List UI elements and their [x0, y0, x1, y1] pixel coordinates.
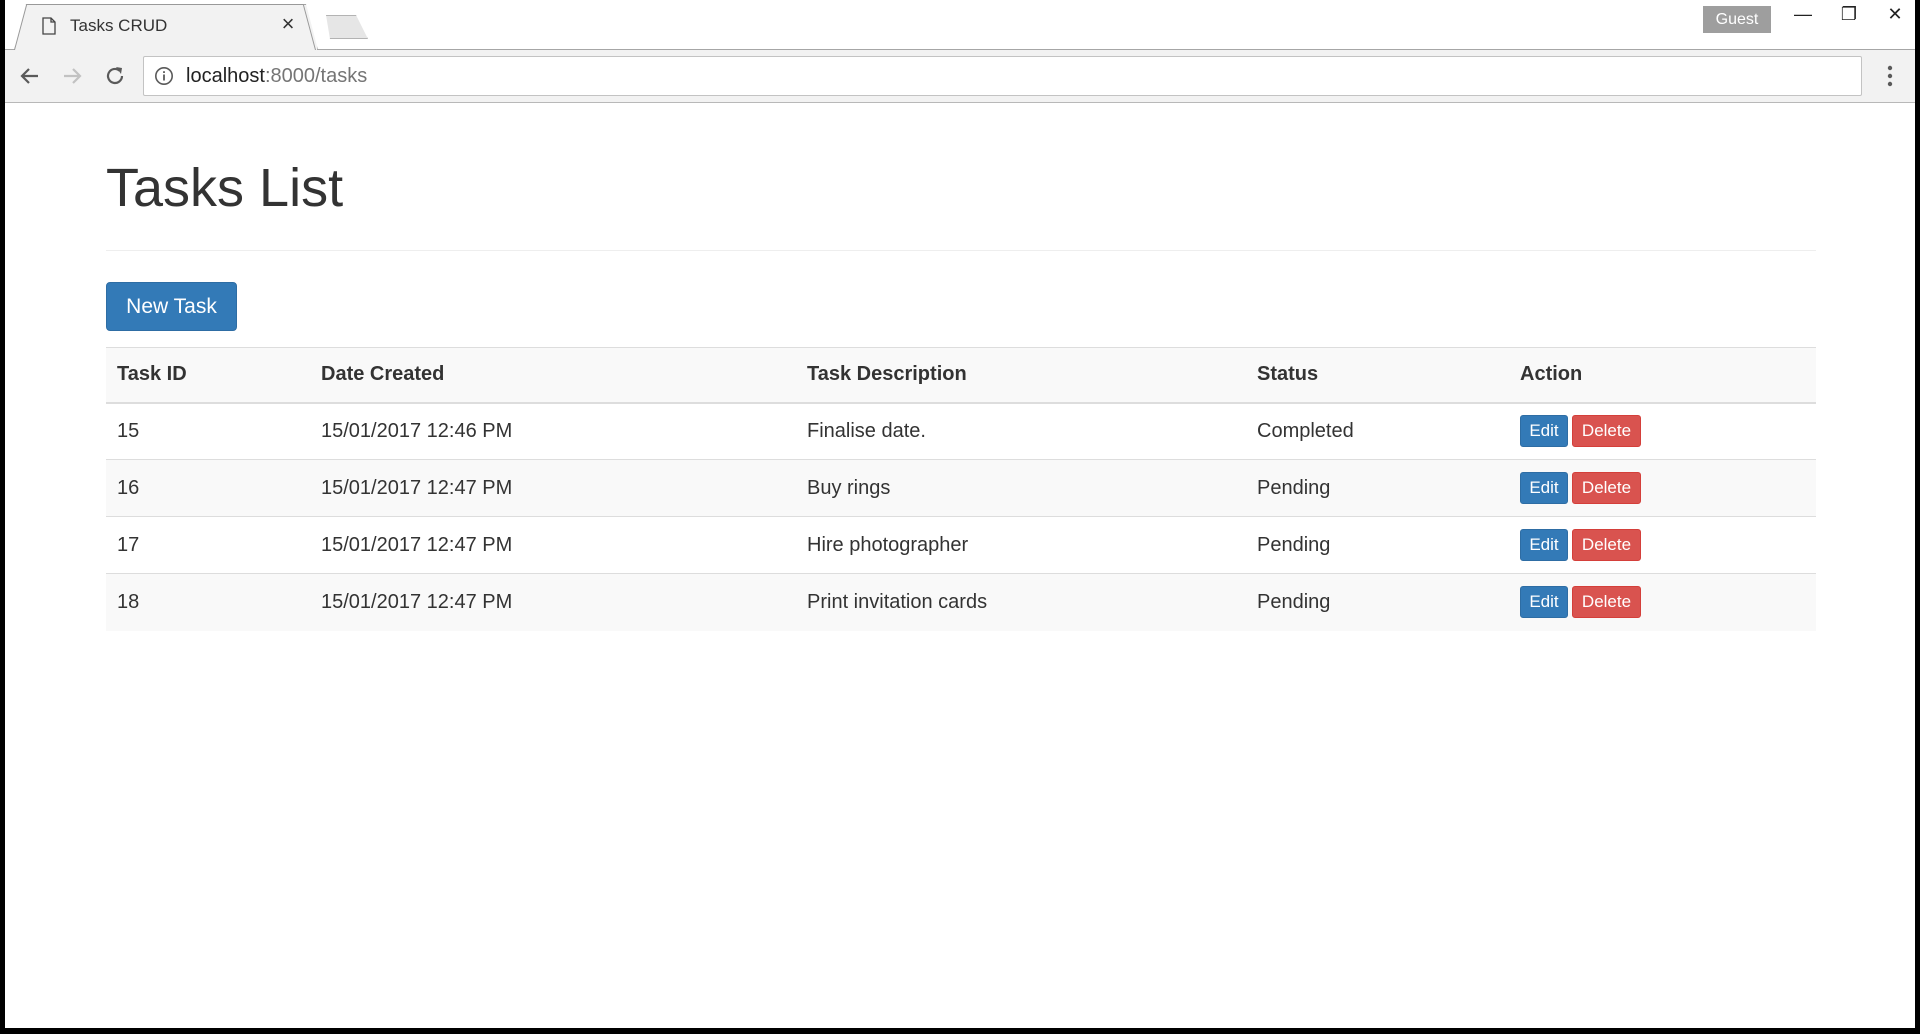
browser-toolbar: localhost:8000/tasks [0, 49, 1920, 103]
page-title: Tasks List [106, 158, 344, 218]
column-header-task-description: Task Description [796, 347, 1246, 404]
table-row: 15 15/01/2017 12:46 PM Finalise date. Co… [106, 402, 1816, 460]
url-text: localhost:8000/tasks [186, 65, 367, 88]
url-host: localhost [186, 65, 265, 87]
tab-title: Tasks CRUD [70, 16, 168, 35]
tasks-table: Task ID Date Created Task Description St… [106, 347, 1816, 631]
task-id-cell: 18 [106, 573, 310, 631]
column-header-status: Status [1246, 347, 1509, 404]
delete-button[interactable]: Delete [1572, 472, 1641, 504]
status-cell: Pending [1246, 459, 1509, 517]
address-bar[interactable]: localhost:8000/tasks [143, 56, 1862, 96]
action-cell: Edit Delete [1509, 573, 1816, 631]
delete-button[interactable]: Delete [1572, 529, 1641, 561]
forward-button[interactable] [58, 62, 86, 90]
task-id-cell: 15 [106, 402, 310, 460]
table-row: 17 15/01/2017 12:47 PM Hire photographer… [106, 516, 1816, 574]
date-created-cell: 15/01/2017 12:46 PM [310, 402, 796, 460]
reload-button[interactable] [101, 62, 129, 90]
url-path: :8000/tasks [264, 65, 368, 87]
new-task-button[interactable]: New Task [106, 282, 237, 331]
status-cell: Pending [1246, 573, 1509, 631]
task-id-cell: 16 [106, 459, 310, 517]
delete-button[interactable]: Delete [1572, 586, 1641, 619]
restore-icon[interactable]: ❐ [1826, 0, 1872, 30]
back-arrow-icon [20, 68, 38, 84]
reload-icon [106, 67, 124, 85]
date-created-cell: 15/01/2017 12:47 PM [310, 516, 796, 574]
task-description-cell: Buy rings [796, 459, 1246, 517]
edit-button[interactable]: Edit [1520, 472, 1568, 504]
task-id-cell: 17 [106, 516, 310, 574]
date-created-cell: 15/01/2017 12:47 PM [310, 459, 796, 517]
status-cell: Pending [1246, 516, 1509, 574]
column-header-task-id: Task ID [106, 347, 310, 404]
action-cell: Edit Delete [1509, 402, 1816, 460]
edit-button[interactable]: Edit [1520, 415, 1568, 448]
minimize-icon[interactable]: — [1780, 0, 1826, 30]
page-viewport: Tasks List New Task Task ID Date Created… [5, 103, 1914, 1028]
edit-button[interactable]: Edit [1520, 529, 1568, 561]
task-description-cell: Finalise date. [796, 402, 1246, 460]
tab-strip: Tasks CRUD × Guest — ❐ ✕ [0, 0, 1920, 50]
back-button[interactable] [16, 62, 44, 90]
action-cell: Edit Delete [1509, 516, 1816, 574]
table-row: 16 15/01/2017 12:47 PM Buy rings Pending… [106, 459, 1816, 517]
table-row: 18 15/01/2017 12:47 PM Print invitation … [106, 573, 1816, 631]
delete-button[interactable]: Delete [1572, 415, 1641, 448]
kebab-menu-icon[interactable] [1878, 63, 1902, 89]
header-divider [106, 250, 1816, 251]
page-icon [42, 17, 56, 35]
forward-arrow-icon [64, 68, 82, 84]
info-icon[interactable] [154, 66, 174, 86]
new-tab-button[interactable] [318, 15, 368, 39]
column-header-action: Action [1509, 347, 1816, 404]
edit-button[interactable]: Edit [1520, 586, 1568, 619]
action-cell: Edit Delete [1509, 459, 1816, 517]
table-header-row: Task ID Date Created Task Description St… [106, 347, 1816, 404]
task-description-cell: Hire photographer [796, 516, 1246, 574]
tab-close-icon[interactable]: × [278, 13, 298, 35]
task-description-cell: Print invitation cards [796, 573, 1246, 631]
profile-badge[interactable]: Guest [1703, 6, 1771, 33]
date-created-cell: 15/01/2017 12:47 PM [310, 573, 796, 631]
column-header-date-created: Date Created [310, 347, 796, 404]
status-cell: Completed [1246, 402, 1509, 460]
close-window-icon[interactable]: ✕ [1872, 0, 1918, 30]
tab-edge [27, 4, 303, 5]
